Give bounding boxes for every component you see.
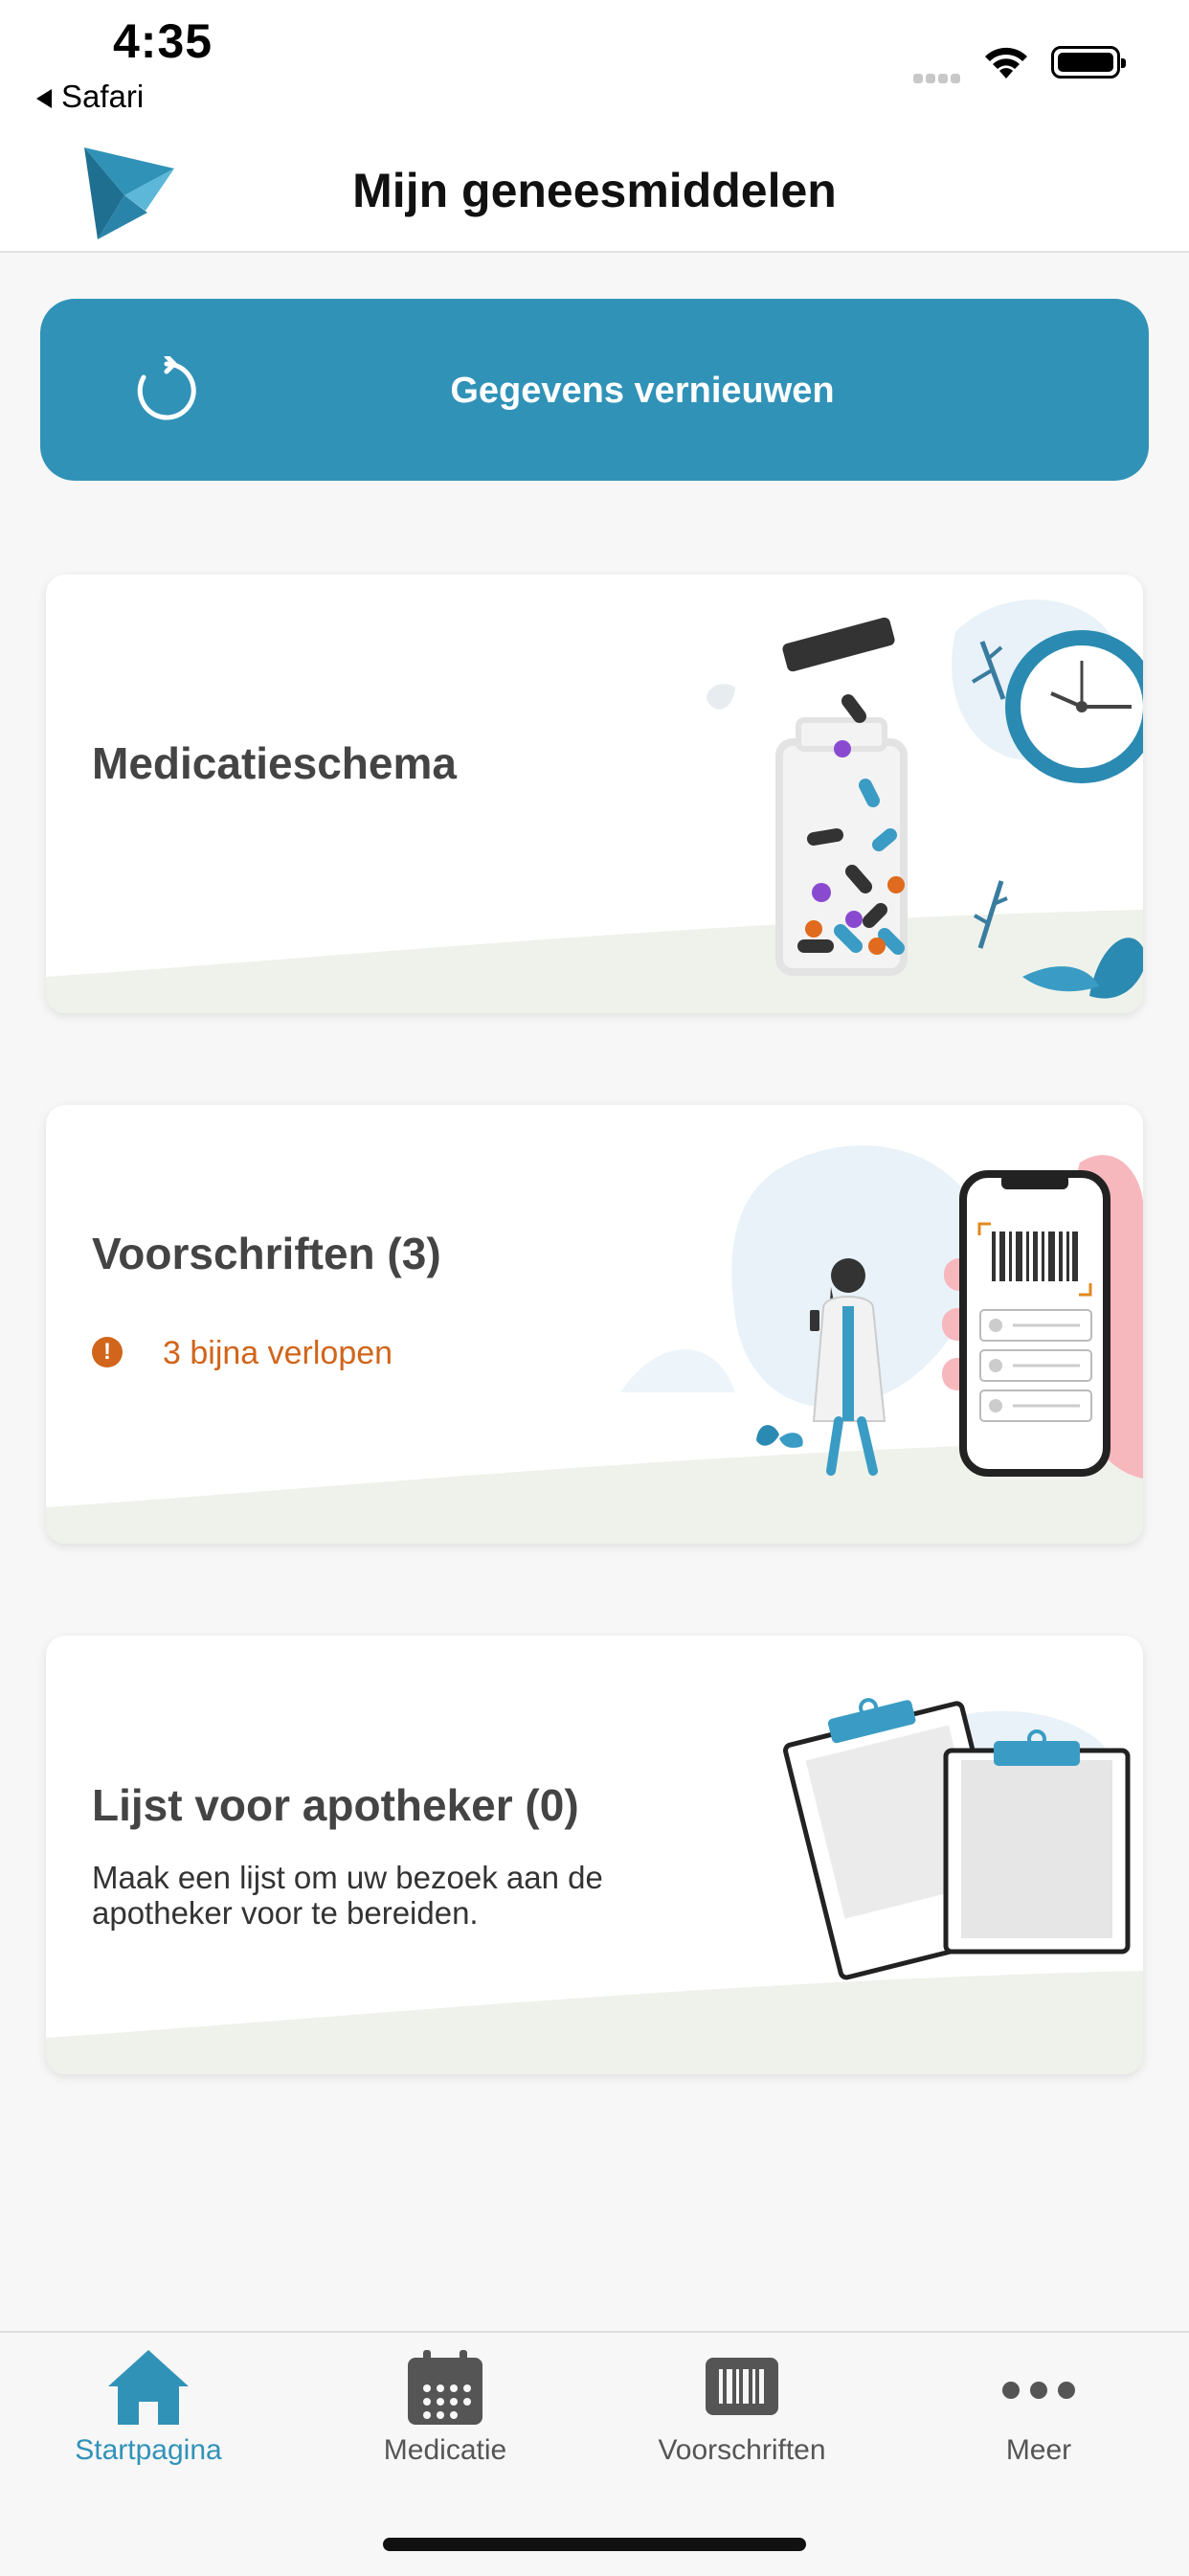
prescriptions-card[interactable]: Voorschriften (3) ! 3 bijna verlopen <box>46 1105 1143 1544</box>
refresh-data-label: Gegevens vernieuwen <box>450 371 835 411</box>
card-title: Lijst voor apotheker (0) <box>92 1780 579 1830</box>
tab-label: Meer <box>1005 2434 1072 2466</box>
home-indicator[interactable] <box>383 2538 806 2551</box>
tab-meer[interactable]: Meer <box>890 2333 1187 2496</box>
tab-startpagina[interactable]: Startpagina <box>0 2333 297 2496</box>
pharmacist-list-card[interactable]: Lijst voor apotheker (0) Maak een lijst … <box>46 1636 1143 2074</box>
tab-label: Voorschriften <box>658 2434 826 2466</box>
home-icon <box>0 2348 297 2434</box>
calendar-icon <box>297 2348 594 2434</box>
tab-voorschriften[interactable]: Voorschriften <box>594 2333 890 2496</box>
back-arrow-icon <box>36 89 52 109</box>
card-title: Voorschriften (3) <box>92 1229 441 1278</box>
card-title: Medicatieschema <box>92 738 457 788</box>
pharmacist-phone-illustration <box>620 1145 1143 1479</box>
page-title: Mijn geneesmiddelen <box>352 164 837 217</box>
battery-icon <box>1051 46 1126 79</box>
barcode-icon <box>594 2348 890 2434</box>
medication-schedule-card[interactable]: Medicatieschema <box>46 575 1143 1013</box>
wifi-icon <box>980 42 1032 85</box>
status-time: 4:35 <box>113 14 213 68</box>
tab-label: Startpagina <box>75 2434 222 2466</box>
clipboards-illustration <box>782 1698 1131 1980</box>
back-app-label: Safari <box>61 79 145 114</box>
pill-jar-clock-illustration <box>707 599 1143 999</box>
expiry-warning-text: 3 bijna verlopen <box>163 1335 393 1371</box>
back-to-app-link[interactable]: Safari <box>36 79 144 115</box>
tab-medicatie[interactable]: Medicatie <box>297 2333 594 2496</box>
refresh-data-button[interactable]: Gegevens vernieuwen <box>40 299 1149 481</box>
app-header: Mijn geneesmiddelen <box>0 134 1189 253</box>
status-bar: 4:35 Safari <box>0 0 1189 134</box>
card-description: Maak een lijst om uw bezoek aan de apoth… <box>92 1860 603 1931</box>
more-icon <box>890 2348 1187 2434</box>
tab-label: Medicatie <box>383 2434 507 2466</box>
warning-icon: ! <box>92 1337 123 1367</box>
signal-icon <box>913 71 963 88</box>
